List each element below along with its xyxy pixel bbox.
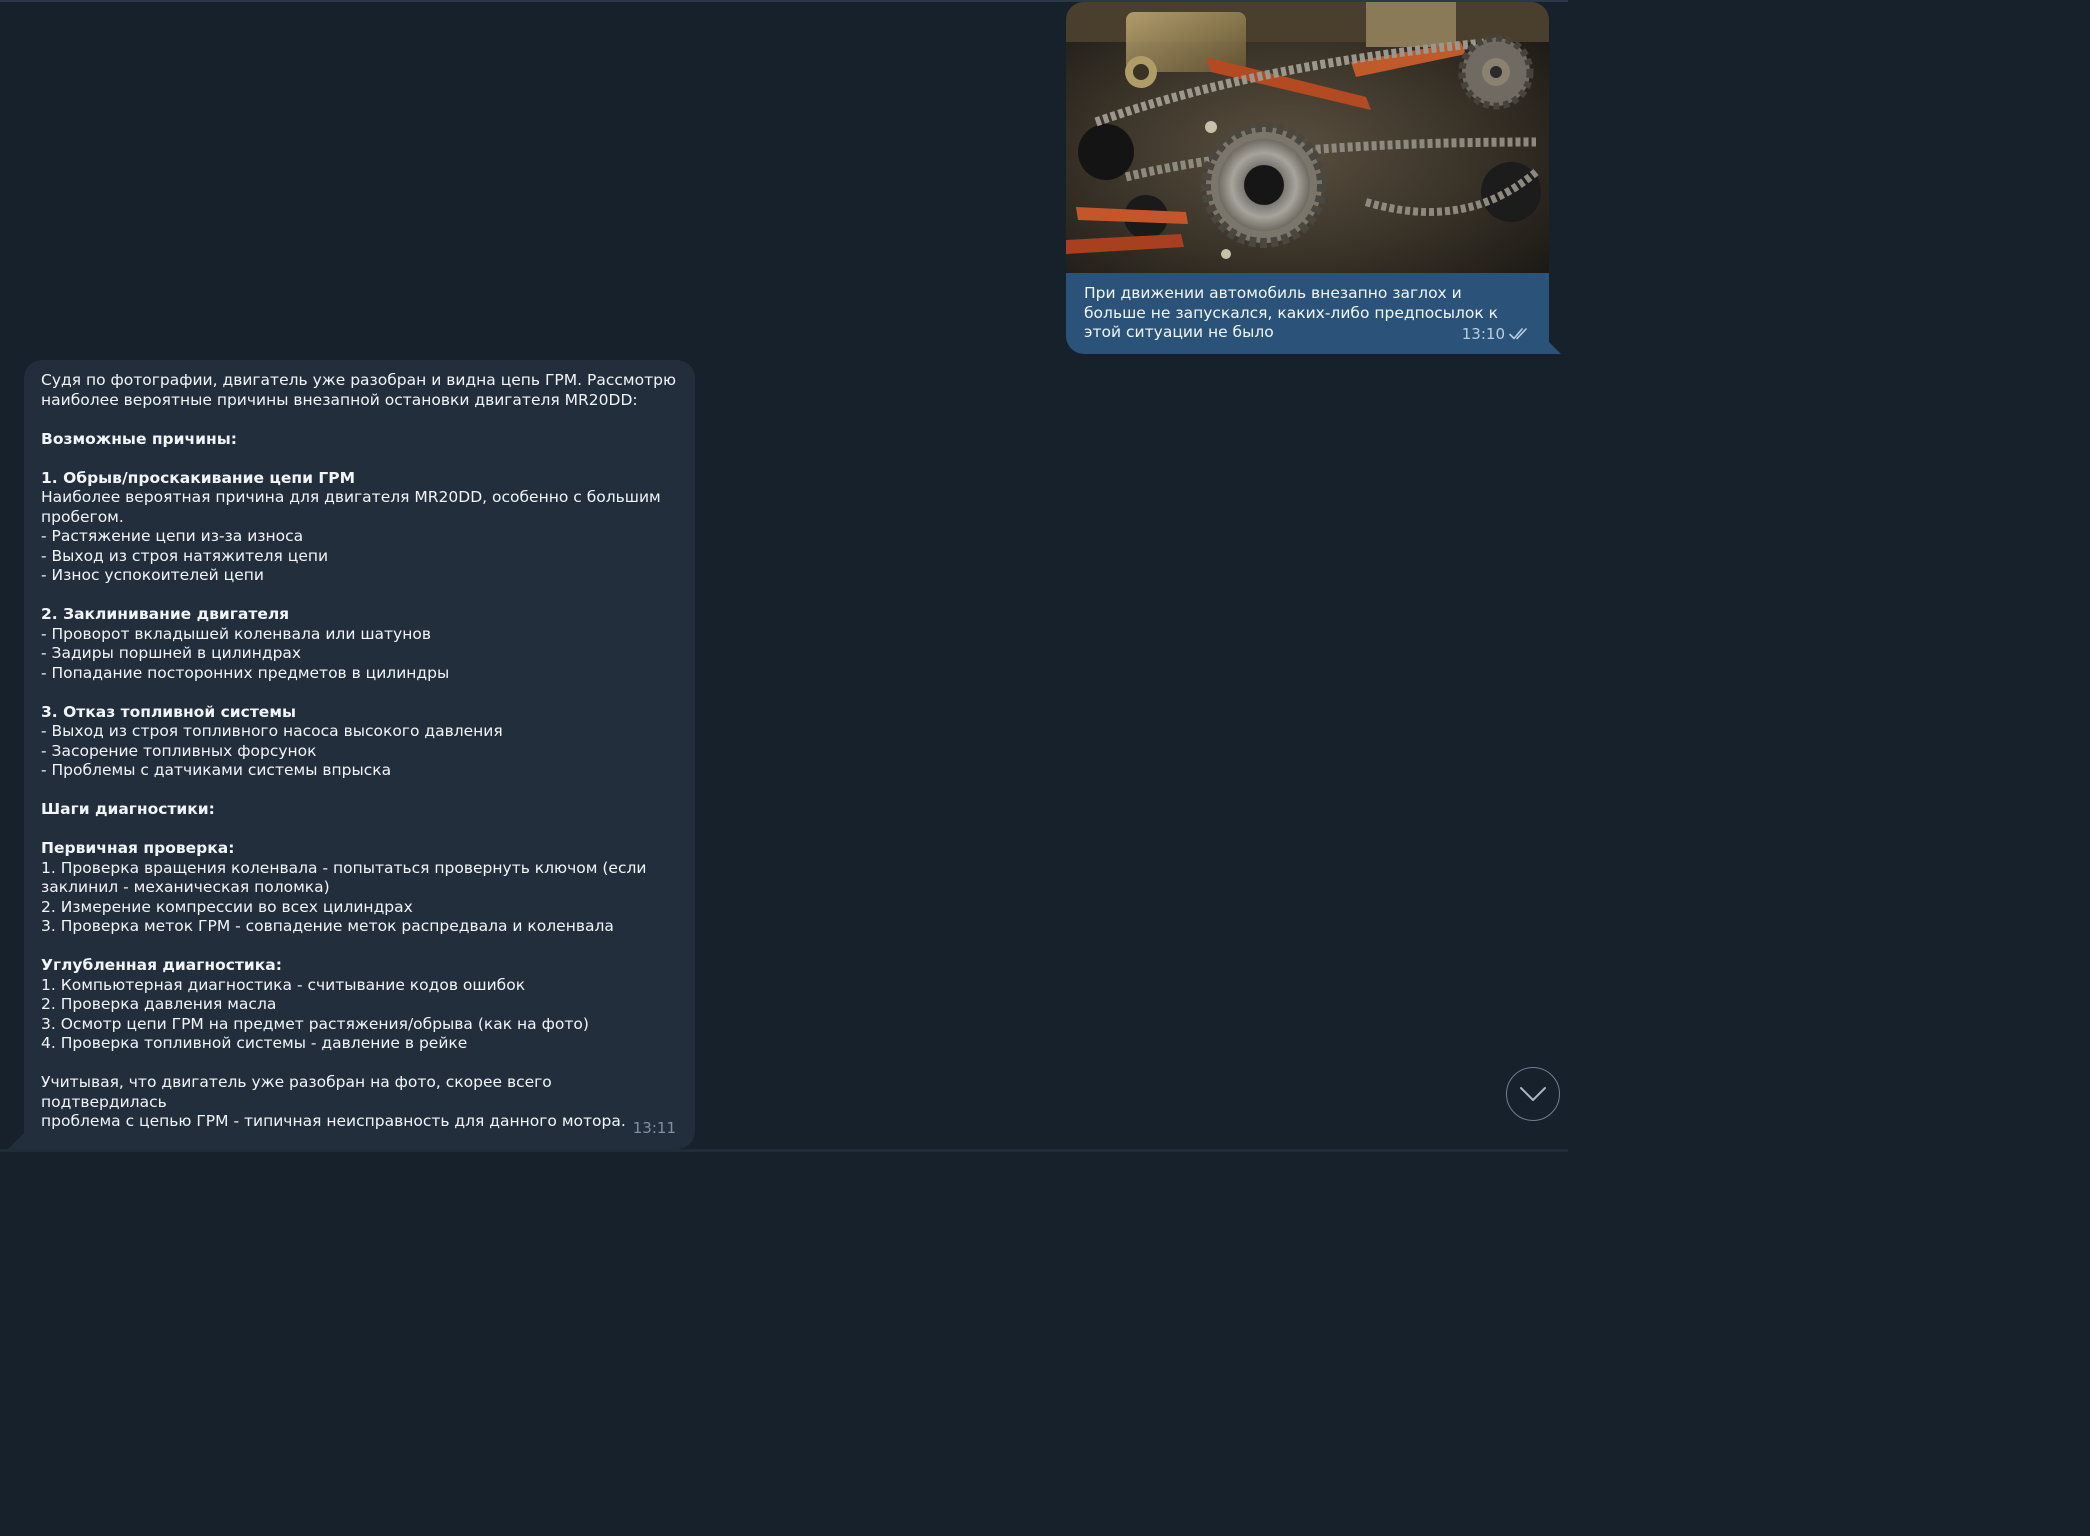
conclusion-line: проблема с цепью ГРМ - типичная неисправ… (41, 1112, 626, 1130)
cause-line: пробегом. (41, 507, 124, 526)
step-heading: Углубленная диагностика: (41, 956, 282, 974)
incoming-message-time: 13:11 (632, 1119, 676, 1137)
section-heading: Шаги диагностики: (41, 800, 215, 818)
step-line: 2. Измерение компрессии во всех цилиндра… (41, 897, 413, 916)
outgoing-bubble-tail (1545, 338, 1561, 354)
step-line: 1. Компьютерная диагностика - считывание… (41, 975, 526, 994)
cause-line: - Задиры поршней в цилиндрах (41, 644, 302, 662)
cause-line: Наиболее вероятная причина для двигателя… (41, 488, 661, 506)
incoming-bubble-tail (8, 1133, 24, 1149)
outgoing-message-meta: 13:10 (1462, 325, 1531, 343)
conclusion-line: Учитывая, что двигатель уже разобран на … (41, 1073, 557, 1111)
step-line: 4. Проверка топливной системы - давление… (41, 1034, 468, 1052)
chevron-down-icon (1520, 1087, 1546, 1101)
cause-line: - Попадание посторонних предметов в цили… (41, 663, 450, 682)
step-line: заклинил - механическая поломка) (41, 878, 330, 896)
step-line: 3. Осмотр цепи ГРМ на предмет растяжения… (41, 1014, 589, 1033)
cause-line: - Засорение топливных форсунок (41, 741, 317, 760)
section-heading: Возможные причины: (41, 429, 237, 448)
cause-line: - Проворот вкладышей коленвала или шатун… (41, 624, 431, 643)
incoming-message[interactable]: Судя по фотографии, двигатель уже разобр… (24, 360, 695, 1149)
incoming-message-text: Судя по фотографии, двигатель уже разобр… (41, 371, 681, 1132)
cause-line: - Износ успокоителей цепи (41, 566, 264, 584)
cause-line: - Растяжение цепи из-за износа (41, 527, 304, 545)
intro-line: Судя по фотографии, двигатель уже разобр… (41, 371, 676, 389)
outgoing-message-text: При движении автомобиль внезапно заглох … (1084, 284, 1499, 341)
scroll-down-button[interactable] (1506, 1067, 1560, 1121)
outgoing-message-time: 13:10 (1461, 325, 1505, 343)
step-line: 3. Проверка меток ГРМ - совпадение меток… (41, 917, 614, 935)
cause-line: - Выход из строя топливного насоса высок… (41, 722, 503, 740)
cause-heading: 1. Обрыв/проскакивание цепи ГРМ (41, 468, 356, 487)
step-line: 1. Проверка вращения коленвала - попытат… (41, 858, 647, 877)
cause-heading: 3. Отказ топливной системы (41, 702, 297, 721)
bottom-divider (0, 1149, 1568, 1152)
cause-heading: 2. Заклинивание двигателя (41, 605, 290, 623)
step-line: 2. Проверка давления масла (41, 995, 277, 1013)
step-heading: Первичная проверка: (41, 839, 235, 857)
cause-line: - Выход из строя натяжителя цепи (41, 546, 329, 565)
double-check-icon (1509, 328, 1527, 340)
engine-photo[interactable] (1066, 2, 1549, 273)
cause-line: - Проблемы с датчиками системы впрыска (41, 761, 392, 779)
intro-line: наиболее вероятные причины внезапной ост… (41, 390, 638, 409)
outgoing-message[interactable]: При движении автомобиль внезапно заглох … (1066, 2, 1549, 354)
